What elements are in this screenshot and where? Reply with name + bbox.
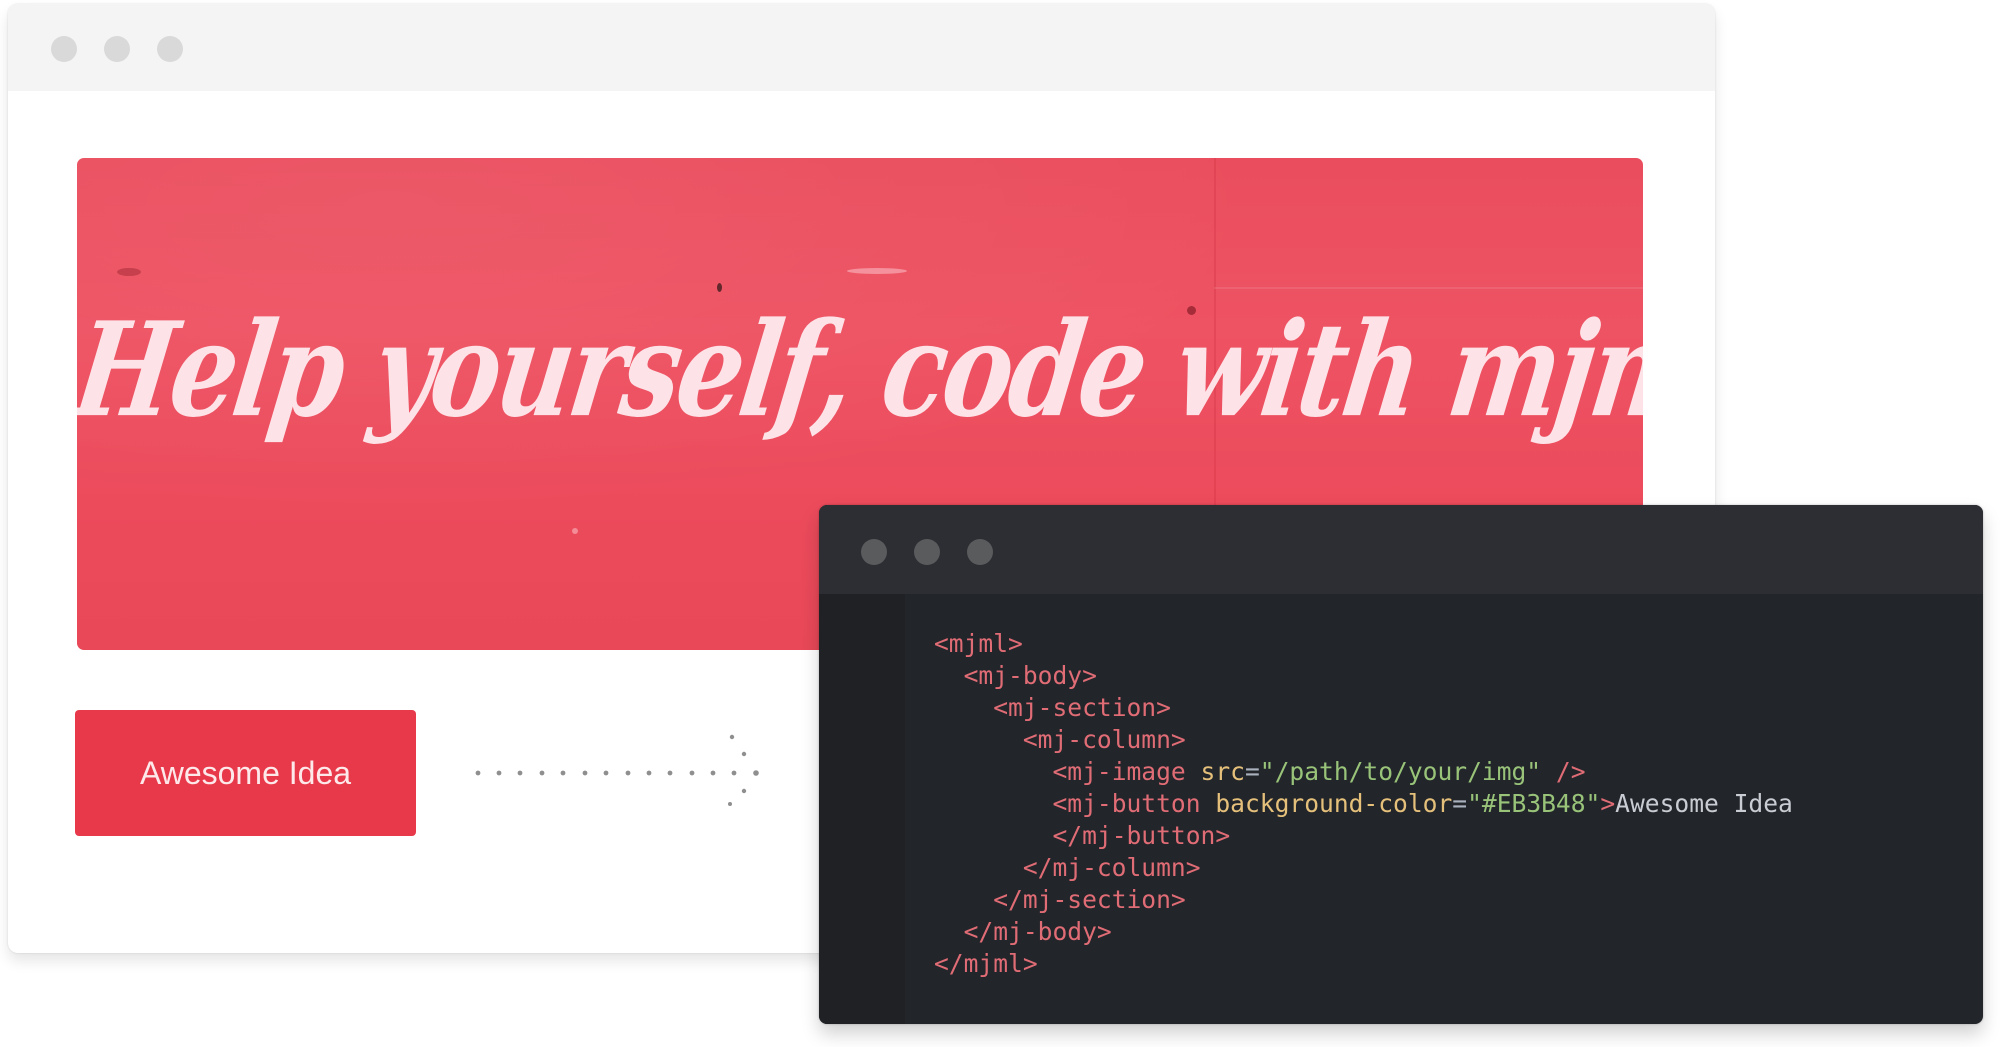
code-token-tag: <mj-button — [1052, 789, 1201, 818]
code-token-eq: = — [1244, 757, 1260, 786]
awesome-idea-button[interactable]: Awesome Idea — [75, 710, 416, 836]
code-line: <mj-image src="/path/to/your/img" /> — [934, 756, 1793, 788]
code-line: </mj-button> — [934, 820, 1793, 852]
code-line: </mj-section> — [934, 884, 1793, 916]
mjml-code-block[interactable]: <mjml> <mj-body> <mj-section> <mj-column… — [934, 628, 1793, 980]
line-number-gutter — [819, 594, 905, 1024]
code-token-tag: </mj-section> — [993, 885, 1186, 914]
code-token-tag: </mj-column> — [1022, 853, 1201, 882]
code-editor-window: <mjml> <mj-body> <mj-section> <mj-column… — [819, 505, 1983, 1024]
maximize-window-button[interactable] — [157, 36, 183, 62]
editor-close-button[interactable] — [861, 539, 887, 565]
preview-title-bar — [8, 4, 1715, 91]
code-token-str: "#EB3B48" — [1467, 789, 1601, 818]
wall-speck-decoration — [572, 528, 578, 534]
minimize-window-button[interactable] — [104, 36, 130, 62]
code-token-attr: src — [1200, 757, 1245, 786]
code-token-tag: </mjml> — [934, 949, 1038, 978]
code-token-tag: <mj-section> — [993, 693, 1171, 722]
editor-title-bar — [819, 505, 1983, 594]
code-token-tag: <mj-image — [1052, 757, 1186, 786]
code-token-tag: <mj-body> — [963, 661, 1097, 690]
code-line: <mj-section> — [934, 692, 1793, 724]
code-line: </mjml> — [934, 948, 1793, 980]
hero-headline: Help yourself, code with mjml — [77, 292, 1643, 447]
wall-speck-decoration — [117, 268, 141, 276]
code-token-str: "/path/to/your/img" — [1259, 757, 1542, 786]
code-token-tag: > — [1600, 789, 1616, 818]
wall-seam-decoration — [1214, 287, 1643, 289]
code-token-text: Awesome Idea — [1615, 789, 1793, 818]
code-line: </mj-body> — [934, 916, 1793, 948]
code-token-eq: = — [1452, 789, 1468, 818]
code-line: <mj-button background-color="#EB3B48">Aw… — [934, 788, 1793, 820]
code-token-tag: </mj-button> — [1052, 821, 1231, 850]
code-line: </mj-column> — [934, 852, 1793, 884]
code-token-tag: <mj-column> — [1022, 725, 1186, 754]
code-line: <mj-body> — [934, 660, 1793, 692]
code-token-tag: <mjml> — [934, 629, 1023, 658]
code-line: <mjml> — [934, 628, 1793, 660]
code-token-tag: </mj-body> — [963, 917, 1112, 946]
dotted-arrow-right-icon — [475, 734, 759, 806]
code-line: <mj-column> — [934, 724, 1793, 756]
close-window-button[interactable] — [51, 36, 77, 62]
code-token-attr: background-color — [1215, 789, 1453, 818]
code-token-tag: /> — [1555, 757, 1586, 786]
editor-maximize-button[interactable] — [967, 539, 993, 565]
editor-minimize-button[interactable] — [914, 539, 940, 565]
wall-speck-decoration — [847, 268, 907, 274]
wall-speck-decoration — [717, 283, 722, 292]
